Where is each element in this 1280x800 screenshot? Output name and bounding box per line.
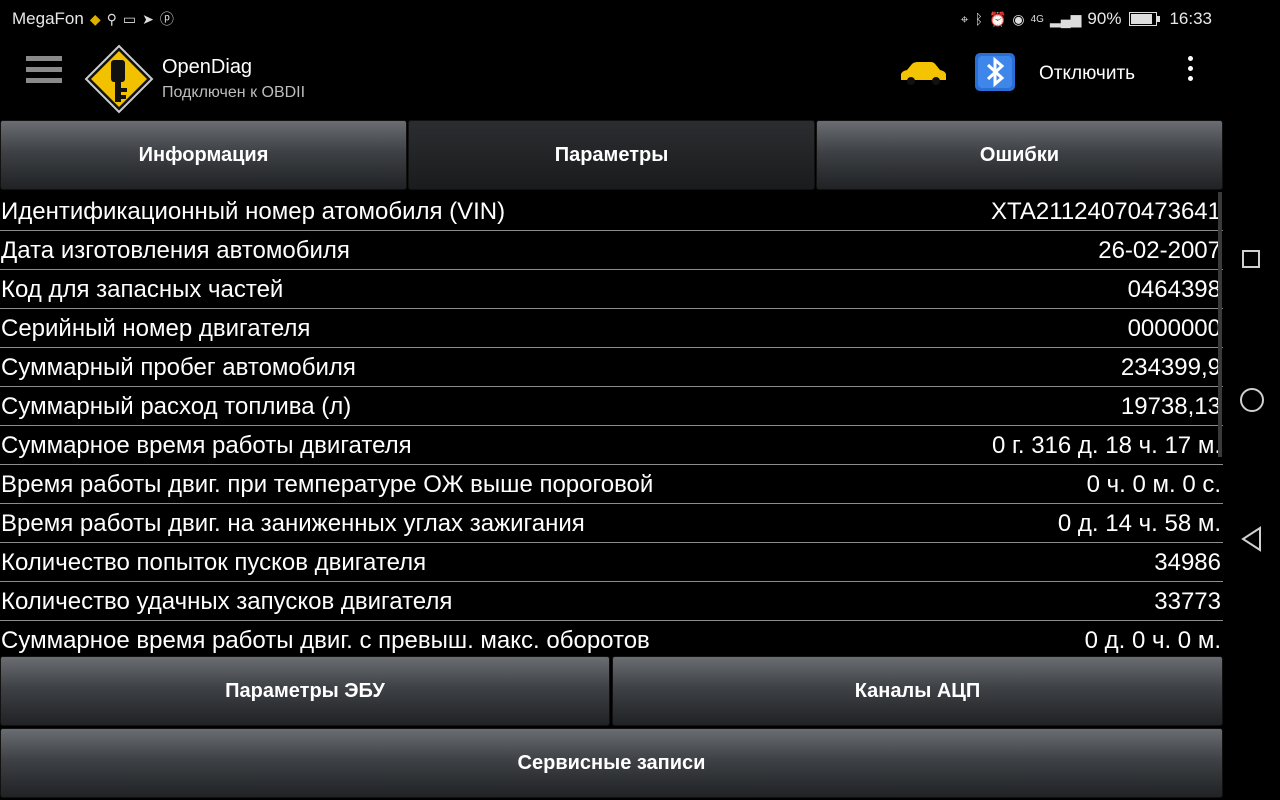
param-label: Дата изготовления автомобиля bbox=[1, 237, 350, 264]
bluetooth-status-icon: ᛒ bbox=[974, 11, 983, 27]
status-bar: MegaFon ◆ ⚲ ▭ ➤ ⓟ ⌖ ᛒ ⏰ ◉ 4G ▂▄▆ 90% 16:… bbox=[0, 0, 1230, 36]
list-item[interactable]: Код для запасных частей 0464398 bbox=[0, 270, 1223, 309]
param-value: 0 г. 316 д. 18 ч. 17 м. bbox=[992, 432, 1221, 459]
list-scrollbar[interactable] bbox=[1218, 192, 1222, 457]
param-label: Количество удачных запусков двигателя bbox=[1, 588, 453, 615]
param-value: 0 ч. 0 м. 0 с. bbox=[1086, 471, 1221, 498]
param-label: Время работы двиг. на заниженных углах з… bbox=[1, 510, 585, 537]
param-label: Время работы двиг. при температуре ОЖ вы… bbox=[1, 471, 654, 498]
list-item[interactable]: Идентификационный номер атомобиля (VIN) X… bbox=[0, 192, 1223, 231]
param-label: Идентификационный номер атомобиля (VIN) bbox=[1, 198, 506, 225]
status-right: ⌖ ᛒ ⏰ ◉ 4G ▂▄▆ 90% 16:33 bbox=[961, 9, 1212, 29]
connection-status: Подключен к OBDII bbox=[162, 84, 306, 101]
opendiag-logo bbox=[84, 44, 154, 114]
param-value: 33773 bbox=[1154, 588, 1221, 615]
overflow-menu-icon[interactable] bbox=[1180, 56, 1200, 92]
param-value: 26-02-2007 bbox=[1098, 237, 1221, 264]
car-icon[interactable] bbox=[898, 60, 948, 86]
clock: 16:33 bbox=[1169, 9, 1212, 28]
menu-icon[interactable] bbox=[26, 56, 62, 90]
tab-parameters[interactable]: Параметры bbox=[408, 120, 815, 190]
param-value: 234399,9 bbox=[1120, 354, 1221, 381]
list-item[interactable]: Количество удачных запусков двигателя 337… bbox=[0, 582, 1223, 621]
app-title: OpenDiag bbox=[162, 56, 253, 78]
list-item[interactable]: Суммарное время работы двиг. с превыш. м… bbox=[0, 621, 1223, 656]
pinterest-icon: ⓟ bbox=[159, 11, 174, 27]
param-value: 0000000 bbox=[1127, 315, 1221, 342]
tab-bar: Информация Параметры Ошибки bbox=[0, 120, 1223, 192]
home-icon[interactable] bbox=[1240, 388, 1264, 412]
service-records-button[interactable]: Сервисные записи bbox=[0, 728, 1223, 798]
param-label: Серийный номер двигателя bbox=[1, 315, 311, 342]
list-item[interactable]: Суммарный пробег автомобиля 234399,9 bbox=[0, 348, 1223, 387]
ecu-parameters-button[interactable]: Параметры ЭБУ bbox=[0, 656, 610, 726]
battery-fill bbox=[1131, 14, 1153, 24]
param-value: 0464398 bbox=[1127, 276, 1221, 303]
signal-icon: ▂▄▆ bbox=[1049, 10, 1082, 27]
screen-cast-icon: ▭ bbox=[122, 10, 137, 27]
back-icon[interactable] bbox=[1240, 526, 1264, 552]
param-label: Суммарное время работы двиг. с превыш. м… bbox=[1, 627, 650, 654]
param-value: XTA21124070473641 bbox=[991, 198, 1221, 225]
param-value: 0 д. 0 ч. 0 м. bbox=[1084, 627, 1221, 654]
adc-channels-button[interactable]: Каналы АЦП bbox=[612, 656, 1223, 726]
network-type-icon: 4G bbox=[1030, 13, 1044, 25]
tab-errors[interactable]: Ошибки bbox=[816, 120, 1223, 190]
alarm-icon: ⏰ bbox=[988, 10, 1007, 27]
parameters-list[interactable]: Идентификационный номер атомобиля (VIN) X… bbox=[0, 192, 1223, 656]
param-value: 19738,13 bbox=[1120, 393, 1221, 420]
bluetooth-icon[interactable] bbox=[974, 52, 1016, 92]
location-diamond-icon: ◆ bbox=[89, 10, 101, 27]
param-value: 0 д. 14 ч. 58 м. bbox=[1057, 510, 1221, 537]
disconnect-button[interactable]: Отключить bbox=[1039, 63, 1135, 85]
list-item[interactable]: Количество попыток пусков двигателя 34986 bbox=[0, 543, 1223, 582]
recents-icon[interactable] bbox=[1242, 250, 1260, 268]
list-item[interactable]: Дата изготовления автомобиля 26-02-2007 bbox=[0, 231, 1223, 270]
param-value: 34986 bbox=[1154, 549, 1221, 576]
list-item[interactable]: Время работы двиг. при температуре ОЖ вы… bbox=[0, 465, 1223, 504]
battery-percent: 90% bbox=[1087, 9, 1122, 28]
carrier-name: MegaFon bbox=[12, 9, 84, 28]
param-label: Суммарное время работы двигателя bbox=[1, 432, 412, 459]
param-label: Суммарный расход топлива (л) bbox=[1, 393, 352, 420]
status-left: MegaFon ◆ ⚲ ▭ ➤ ⓟ bbox=[12, 9, 174, 29]
list-item[interactable]: Серийный номер двигателя 0000000 bbox=[0, 309, 1223, 348]
tab-information[interactable]: Информация bbox=[0, 120, 407, 190]
search-icon: ⚲ bbox=[106, 10, 117, 27]
param-label: Суммарный пробег автомобиля bbox=[1, 354, 356, 381]
location-pin-icon: ⌖ bbox=[960, 10, 969, 27]
eye-comfort-icon: ◉ bbox=[1012, 10, 1025, 27]
app-bar: OpenDiag Подключен к OBDII Отключить bbox=[0, 36, 1230, 118]
param-label: Код для запасных частей bbox=[1, 276, 284, 303]
param-label: Количество попыток пусков двигателя bbox=[1, 549, 427, 576]
list-item[interactable]: Время работы двиг. на заниженных углах з… bbox=[0, 504, 1223, 543]
list-item[interactable]: Суммарный расход топлива (л) 19738,13 bbox=[0, 387, 1223, 426]
send-icon: ➤ bbox=[142, 10, 154, 27]
battery-icon bbox=[1129, 12, 1161, 26]
list-item[interactable]: Суммарное время работы двигателя 0 г. 316… bbox=[0, 426, 1223, 465]
